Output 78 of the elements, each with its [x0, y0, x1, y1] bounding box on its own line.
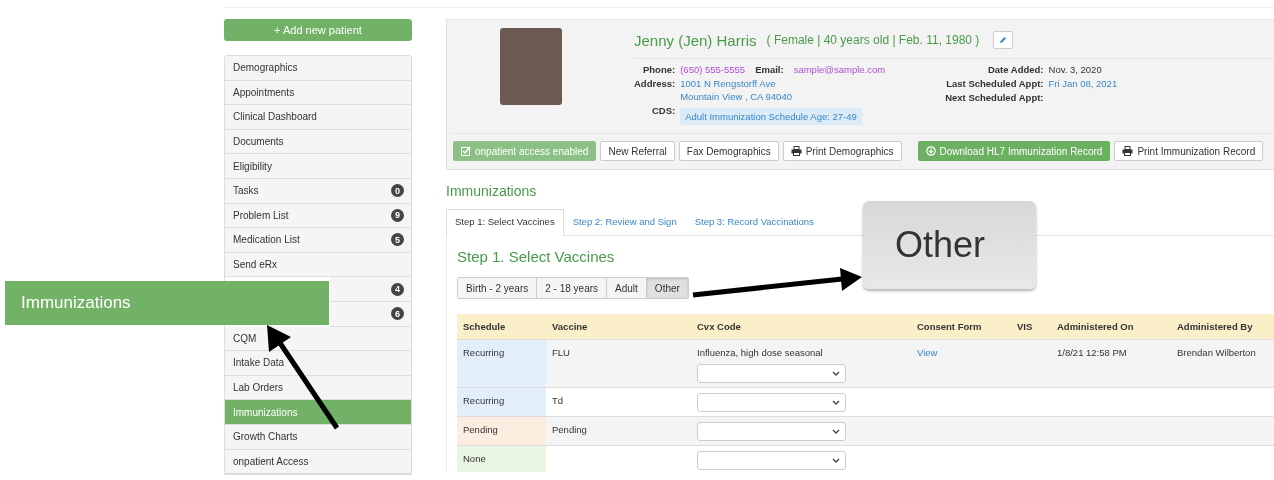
field-label: Phone: [642, 64, 676, 75]
column-header: Consent Form [911, 314, 1011, 340]
sidebar-item[interactable]: 4 [330, 277, 411, 302]
address-line[interactable]: Mountain View , CA 94040 [680, 91, 886, 102]
printer-icon [1122, 146, 1134, 156]
zoom-callout: Other [863, 201, 1036, 289]
column-header: Schedule [457, 314, 546, 340]
cvx-dropdown[interactable] [697, 422, 846, 441]
pencil-icon [999, 36, 1008, 44]
sidebar-item[interactable]: Demographics [225, 56, 411, 81]
sidebar-item[interactable]: Clinical Dashboard [225, 105, 411, 130]
chevron-down-icon [832, 458, 840, 463]
chevron-down-icon [832, 429, 840, 434]
field-label: CDS: [650, 105, 676, 118]
printer-icon [790, 146, 802, 156]
count-badge: 6 [391, 307, 404, 321]
section-heading: Immunizations [446, 183, 538, 199]
field-value: Nov. 3, 2020 [1048, 64, 1102, 75]
field-label: Next Scheduled Appt: [945, 92, 1044, 103]
download-icon [925, 146, 936, 156]
cvx-code-text: Influenza, high dose seasonal [697, 347, 824, 358]
step-tab[interactable]: Step 1: Select Vaccines [446, 209, 564, 236]
schedule-cell: Recurring [457, 339, 546, 388]
age-group-button[interactable]: Other [646, 278, 688, 298]
column-header: Administered On [1051, 314, 1171, 340]
sidebar-item[interactable]: Intake Data [225, 351, 411, 376]
patient-details: ( Female | 40 years old | Feb. 11, 1980 ) [766, 33, 980, 47]
action-button[interactable]: Print Demographics [782, 141, 902, 161]
email-link[interactable]: sample@sample.com [793, 64, 886, 75]
column-header: Vaccine [546, 314, 691, 340]
sidebar-item[interactable]: Appointments [225, 80, 411, 106]
cvx-dropdown[interactable] [697, 393, 846, 412]
column-header: Administered By [1171, 314, 1274, 340]
checkbox-icon [461, 146, 471, 156]
address-line[interactable]: 1001 N Rengstorff Ave [680, 78, 886, 89]
field-label: Last Scheduled Appt: [945, 78, 1044, 89]
name-cell: Brendan Wilberton [1171, 339, 1274, 388]
phone-link[interactable]: (650) 555-5555 [680, 64, 746, 75]
view-link[interactable]: View [917, 347, 938, 358]
patient-name: Jenny (Jen) Harris [634, 31, 757, 49]
sidebar-item[interactable]: 6 [330, 301, 411, 327]
count-badge: 0 [391, 184, 404, 198]
edit-button[interactable] [993, 31, 1014, 49]
age-group-button[interactable]: Birth - 2 years [458, 278, 538, 298]
count-badge: 9 [391, 208, 404, 222]
count-badge: 5 [391, 233, 404, 247]
zoom-banner: Immunizations [5, 281, 329, 325]
sidebar-item[interactable]: Eligibility [225, 154, 411, 179]
step-title: Step 1. Select Vaccines [457, 248, 616, 265]
sidebar-item[interactable]: Growth Charts [225, 424, 411, 450]
column-header: Cvx Code [691, 314, 911, 340]
action-button[interactable]: New Referral [600, 141, 675, 161]
chevron-down-icon [832, 400, 840, 405]
step-tab[interactable]: Step 2: Review and Sign [563, 209, 686, 235]
count-badge: 4 [391, 282, 404, 296]
sidebar-item[interactable]: Problem List 9 [225, 203, 411, 229]
vaccine-cell: Pending [546, 416, 691, 446]
column-header: VIS [1011, 314, 1051, 340]
action-button[interactable]: Print Immunization Record [1114, 141, 1264, 161]
sidebar-item[interactable]: Documents [225, 129, 411, 155]
field-label: Email: [755, 64, 784, 75]
sidebar-item[interactable]: Tasks 0 [225, 178, 411, 204]
action-button[interactable]: Fax Demographics [678, 141, 779, 161]
cvx-dropdown[interactable] [697, 364, 846, 383]
field-label: Date Added: [986, 64, 1044, 75]
vaccine-cell: FLU [546, 339, 691, 388]
schedule-cell: Recurring [457, 387, 546, 417]
appointment-link[interactable]: Fri Jan 08, 2021 [1048, 78, 1118, 89]
sidebar-item[interactable]: Medication List 5 [225, 228, 411, 253]
date-cell: 1/8/21 12:58 PM [1051, 339, 1171, 388]
sidebar-item[interactable]: Send eRx [225, 252, 411, 278]
sidebar-item[interactable]: onpatient Access [225, 449, 411, 475]
schedule-cell: None [457, 445, 546, 472]
step-tab[interactable]: Step 3: Record Vaccinations [685, 209, 823, 235]
cvx-dropdown[interactable] [697, 451, 846, 470]
schedule-cell: Pending [457, 416, 546, 446]
chevron-down-icon [832, 371, 840, 376]
field-label: Address: [634, 78, 676, 91]
